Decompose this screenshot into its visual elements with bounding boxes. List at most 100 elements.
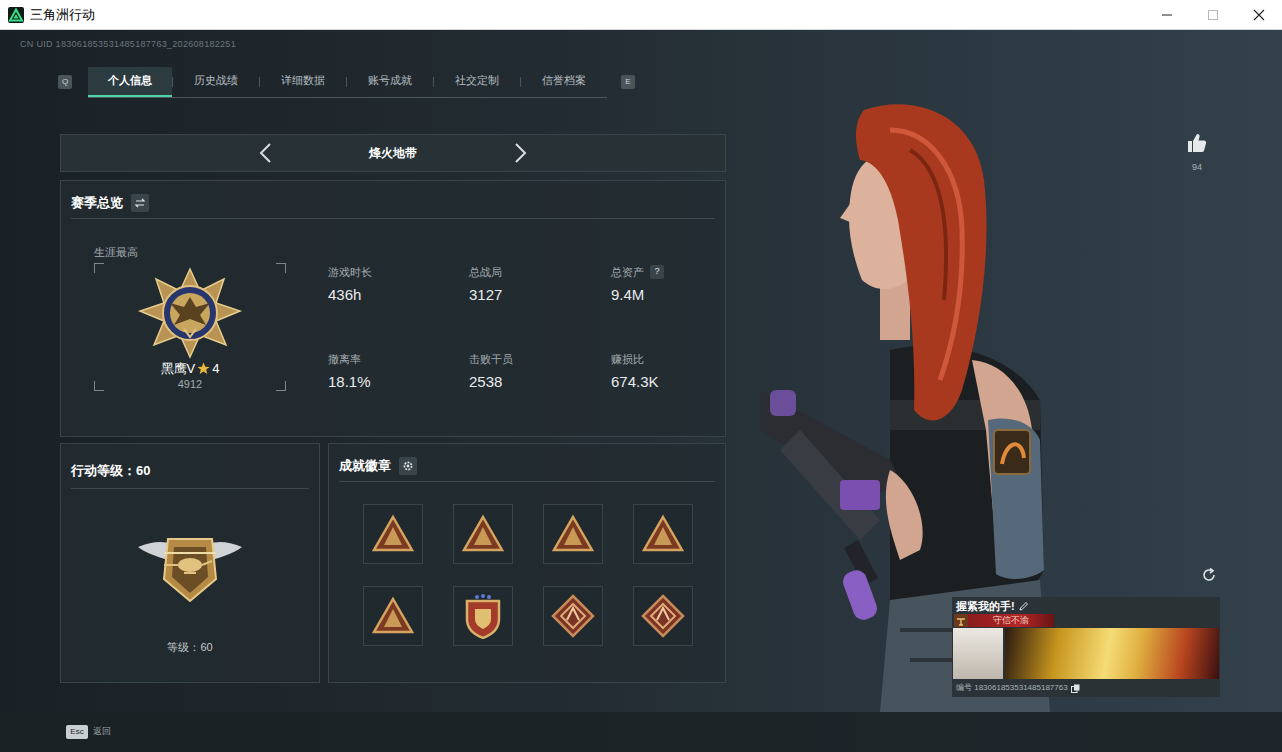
card-name: 握紧我的手! bbox=[956, 599, 1015, 613]
window-controls bbox=[1144, 0, 1282, 29]
title-bar: 三角洲行动 bbox=[0, 0, 1282, 30]
copy-icon[interactable] bbox=[1071, 684, 1080, 693]
achievement-badge-icon bbox=[640, 593, 686, 639]
achievement-badge-icon bbox=[460, 511, 506, 557]
badge-slot[interactable] bbox=[543, 586, 603, 646]
card-name-row: 握紧我的手! bbox=[952, 597, 1220, 613]
achievement-badge-icon bbox=[370, 593, 416, 639]
back-label[interactable]: 返回 bbox=[93, 725, 111, 739]
tab[interactable]: 详细数据 bbox=[260, 67, 346, 97]
stat-label: 击败干员 bbox=[469, 352, 513, 366]
next-tab-key[interactable]: E bbox=[621, 75, 635, 89]
season-body: 生涯最高黑鹰V44912游戏时长436h总战局3127总资产?9.4M撤离率18… bbox=[61, 245, 725, 395]
stat-value: 2538 bbox=[469, 372, 611, 392]
banner-image bbox=[1005, 628, 1219, 679]
tab-label: 信誉档案 bbox=[542, 72, 586, 89]
stat-value: 9.4M bbox=[611, 285, 707, 305]
achievement-badge-icon bbox=[550, 593, 596, 639]
tab-separator bbox=[259, 77, 260, 87]
tab[interactable]: 信誉档案 bbox=[521, 67, 607, 97]
corner-mark bbox=[276, 381, 286, 391]
stat-cell: 总资产? 9.4M bbox=[611, 265, 707, 308]
stat-label-row: 撤离率 bbox=[328, 352, 469, 366]
like-button[interactable]: 94 bbox=[1184, 133, 1210, 173]
tab[interactable]: 社交定制 bbox=[434, 67, 520, 97]
stats-grid: 游戏时长 436h总战局 3127总资产? 9.4M 撤离率18.1%击败干员 2538赚… bbox=[328, 265, 707, 395]
stat-label: 总战局 bbox=[469, 265, 502, 279]
card-id-row: 编号 183061853531485187763 bbox=[952, 679, 1220, 697]
tab-separator bbox=[172, 77, 173, 87]
badge-slot[interactable] bbox=[453, 586, 513, 646]
thumbs-up-icon bbox=[1187, 133, 1207, 153]
badge-grid bbox=[363, 504, 725, 646]
badge-slot[interactable] bbox=[633, 504, 693, 564]
chevron-right-icon[interactable] bbox=[512, 142, 528, 164]
season-title: 赛季总览 bbox=[71, 193, 123, 213]
tab-separator bbox=[520, 77, 521, 87]
level-panel: 行动等级：60等级：60 bbox=[60, 443, 320, 683]
tab[interactable]: 个人信息 bbox=[88, 67, 172, 97]
portrait-image bbox=[953, 628, 1003, 679]
stat-value: 3127 bbox=[469, 285, 611, 305]
badge-slot[interactable] bbox=[363, 504, 423, 564]
gear-icon[interactable] bbox=[399, 457, 417, 475]
profile-content: CN UID 183061853531485187763_20260818225… bbox=[0, 30, 1282, 712]
season-panel: 赛季总览生涯最高黑鹰V44912游戏时长436h总战局3127总资产?9.4M撤… bbox=[60, 180, 726, 437]
tab-label: 个人信息 bbox=[108, 72, 152, 89]
prev-tab-key[interactable]: Q bbox=[58, 75, 72, 89]
mode-label: 烽火地带 bbox=[369, 144, 417, 162]
lower-panels: 行动等级：60等级：60 成就徽章 bbox=[60, 443, 726, 683]
character-area: 94 握紧我的手! 守信不渝编号 183061853531485187763 bbox=[740, 30, 1282, 712]
badge-slot[interactable] bbox=[543, 504, 603, 564]
chevron-left-icon[interactable] bbox=[258, 142, 274, 164]
game-screen: CN UID 183061853531485187763_20260818225… bbox=[0, 30, 1282, 752]
badge-header: 成就徽章 bbox=[339, 456, 715, 482]
rank-star-count: 4 bbox=[212, 361, 219, 377]
swap-icon[interactable] bbox=[131, 194, 149, 212]
stat-label-row: 击败干员 bbox=[469, 352, 611, 366]
badge-slot[interactable] bbox=[363, 586, 423, 646]
esc-key[interactable]: Esc bbox=[66, 725, 88, 739]
stat-value: 436h bbox=[328, 285, 469, 305]
tab-label: 详细数据 bbox=[281, 72, 325, 89]
credit-tag-label: 守信不渝 bbox=[993, 615, 1029, 626]
level-emblem-icon bbox=[134, 517, 246, 609]
tab-label: 账号成就 bbox=[368, 72, 412, 89]
rank-box: 黑鹰V44912 bbox=[94, 263, 286, 391]
tab[interactable]: 账号成就 bbox=[347, 67, 433, 97]
window-title: 三角洲行动 bbox=[30, 5, 95, 25]
edit-icon[interactable] bbox=[1019, 601, 1029, 611]
stat-cell: 总战局 3127 bbox=[469, 265, 611, 308]
badge-slot[interactable] bbox=[453, 504, 513, 564]
card-id: 编号 183061853531485187763 bbox=[956, 683, 1068, 693]
stat-label-row: 游戏时长 bbox=[328, 265, 469, 279]
player-card: 握紧我的手! 守信不渝编号 183061853531485187763 bbox=[952, 597, 1220, 697]
tab-separator bbox=[433, 77, 434, 87]
stat-cell: 撤离率18.1% bbox=[328, 352, 469, 395]
badge-slot[interactable] bbox=[633, 586, 693, 646]
stat-label: 撤离率 bbox=[328, 352, 361, 366]
rank-line: 黑鹰V4 bbox=[161, 361, 220, 377]
corner-mark bbox=[276, 263, 286, 273]
minimize-icon[interactable] bbox=[1144, 0, 1190, 29]
stat-cell: 游戏时长 436h bbox=[328, 265, 469, 308]
achievement-badge-icon bbox=[460, 593, 506, 639]
close-icon[interactable] bbox=[1236, 0, 1282, 29]
stat-value: 674.3K bbox=[611, 372, 707, 392]
black-hawk-rank-icon bbox=[136, 267, 244, 359]
rank-score: 4912 bbox=[178, 377, 202, 391]
stat-label-row: 总资产? bbox=[611, 265, 707, 279]
refresh-icon[interactable] bbox=[1200, 566, 1218, 584]
help-icon[interactable]: ? bbox=[650, 265, 664, 279]
achievement-badge-icon bbox=[550, 511, 596, 557]
mode-selector: 烽火地带 bbox=[60, 134, 726, 172]
stat-cell: 赚损比674.3K bbox=[611, 352, 707, 395]
level-title: 行动等级：60 bbox=[71, 463, 150, 478]
corner-mark bbox=[94, 263, 104, 273]
card-images bbox=[952, 628, 1220, 679]
maximize-icon[interactable] bbox=[1190, 0, 1236, 29]
app-logo-icon bbox=[8, 7, 24, 23]
tab-separator bbox=[346, 77, 347, 87]
tab[interactable]: 历史战绩 bbox=[173, 67, 259, 97]
badge-title: 成就徽章 bbox=[339, 456, 391, 476]
